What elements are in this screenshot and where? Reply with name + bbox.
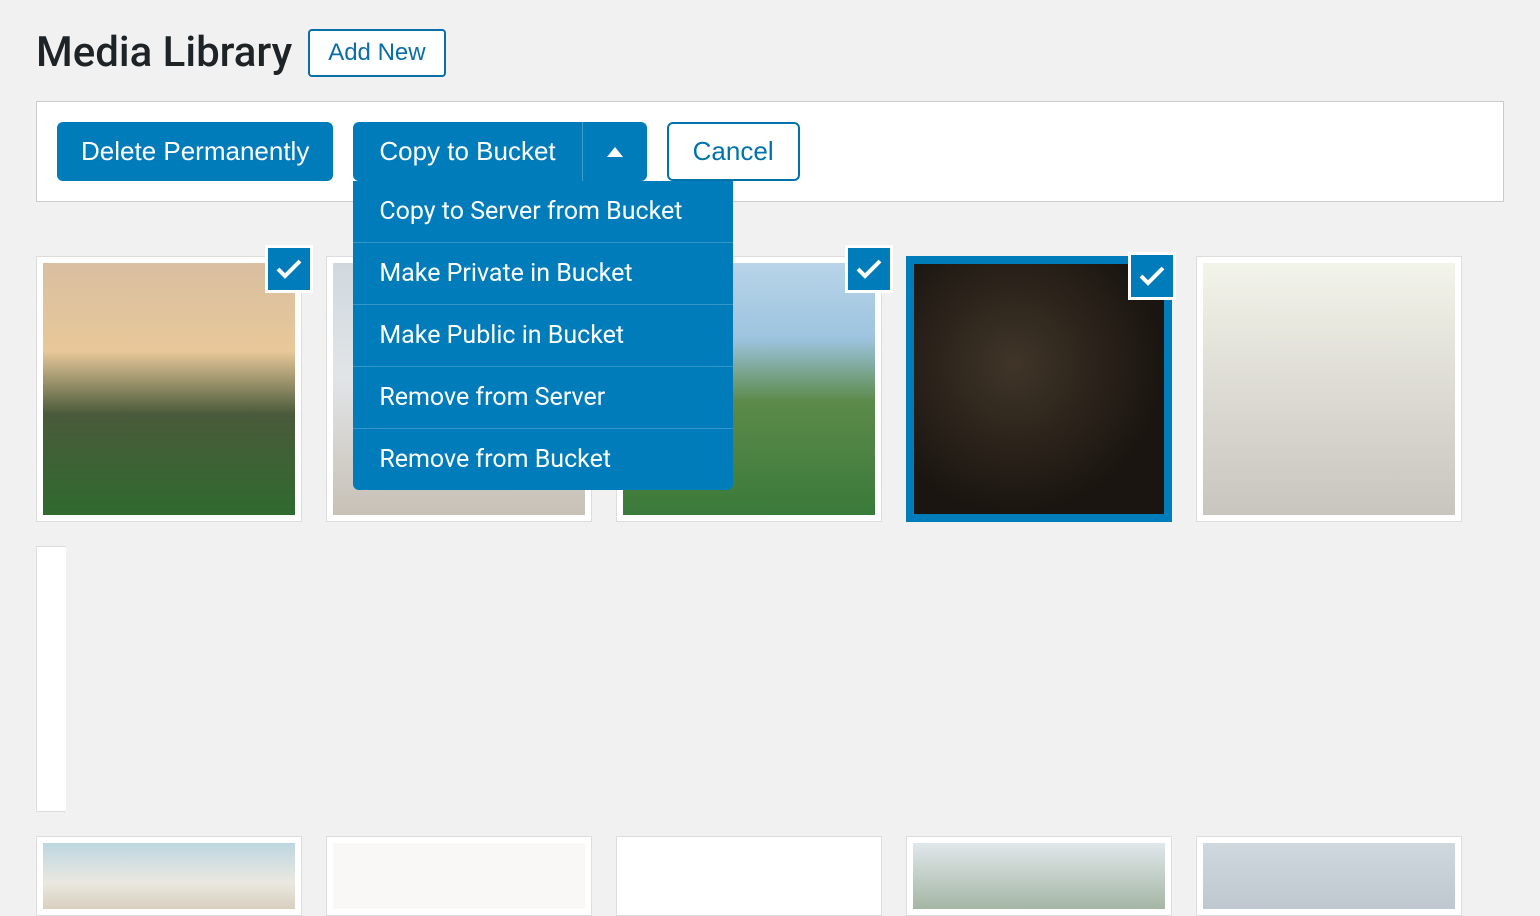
- dropdown-toggle-button[interactable]: [583, 122, 647, 181]
- media-item[interactable]: [326, 836, 592, 916]
- media-item[interactable]: [36, 836, 302, 916]
- page-header: Media Library Add New: [36, 28, 1504, 77]
- selected-check-icon[interactable]: [845, 245, 893, 293]
- dropdown-item-make-private[interactable]: Make Private in Bucket: [353, 243, 733, 305]
- copy-to-bucket-button[interactable]: Copy to Bucket: [353, 122, 582, 181]
- media-item[interactable]: [1196, 256, 1462, 522]
- bulk-actions-toolbar: Delete Permanently Copy to Bucket Copy t…: [36, 101, 1504, 202]
- dropdown-menu: Copy to Server from Bucket Make Private …: [353, 181, 733, 490]
- page-title: Media Library: [36, 28, 292, 77]
- selected-check-icon[interactable]: [265, 245, 313, 293]
- dropdown-item-copy-from-bucket[interactable]: Copy to Server from Bucket: [353, 181, 733, 243]
- media-item[interactable]: [36, 256, 302, 522]
- selected-check-icon[interactable]: [1128, 252, 1176, 300]
- media-item[interactable]: [906, 256, 1172, 522]
- delete-permanently-button[interactable]: Delete Permanently: [57, 122, 333, 181]
- dropdown-item-make-public[interactable]: Make Public in Bucket: [353, 305, 733, 367]
- media-thumbnail: [43, 843, 295, 909]
- media-thumbnail: [1203, 263, 1455, 515]
- media-thumbnail: [914, 264, 1164, 514]
- add-new-button[interactable]: Add New: [308, 29, 445, 77]
- caret-up-icon: [607, 147, 623, 157]
- media-thumbnail: [43, 263, 295, 515]
- bucket-actions-dropdown: Copy to Bucket Copy to Server from Bucke…: [353, 122, 646, 181]
- dropdown-item-remove-bucket[interactable]: Remove from Bucket: [353, 429, 733, 490]
- media-item[interactable]: [906, 836, 1172, 916]
- media-thumbnail: [43, 553, 60, 805]
- dropdown-item-remove-server[interactable]: Remove from Server: [353, 367, 733, 429]
- media-item[interactable]: [1196, 836, 1462, 916]
- cancel-button[interactable]: Cancel: [667, 122, 800, 181]
- media-thumbnail: [333, 843, 585, 909]
- media-grid-row-2: [36, 836, 1504, 916]
- media-thumbnail: [913, 843, 1165, 909]
- media-grid: [36, 256, 1504, 812]
- media-thumbnail: [623, 843, 875, 909]
- media-item[interactable]: [36, 546, 66, 812]
- media-item[interactable]: [616, 836, 882, 916]
- media-thumbnail: [1203, 843, 1455, 909]
